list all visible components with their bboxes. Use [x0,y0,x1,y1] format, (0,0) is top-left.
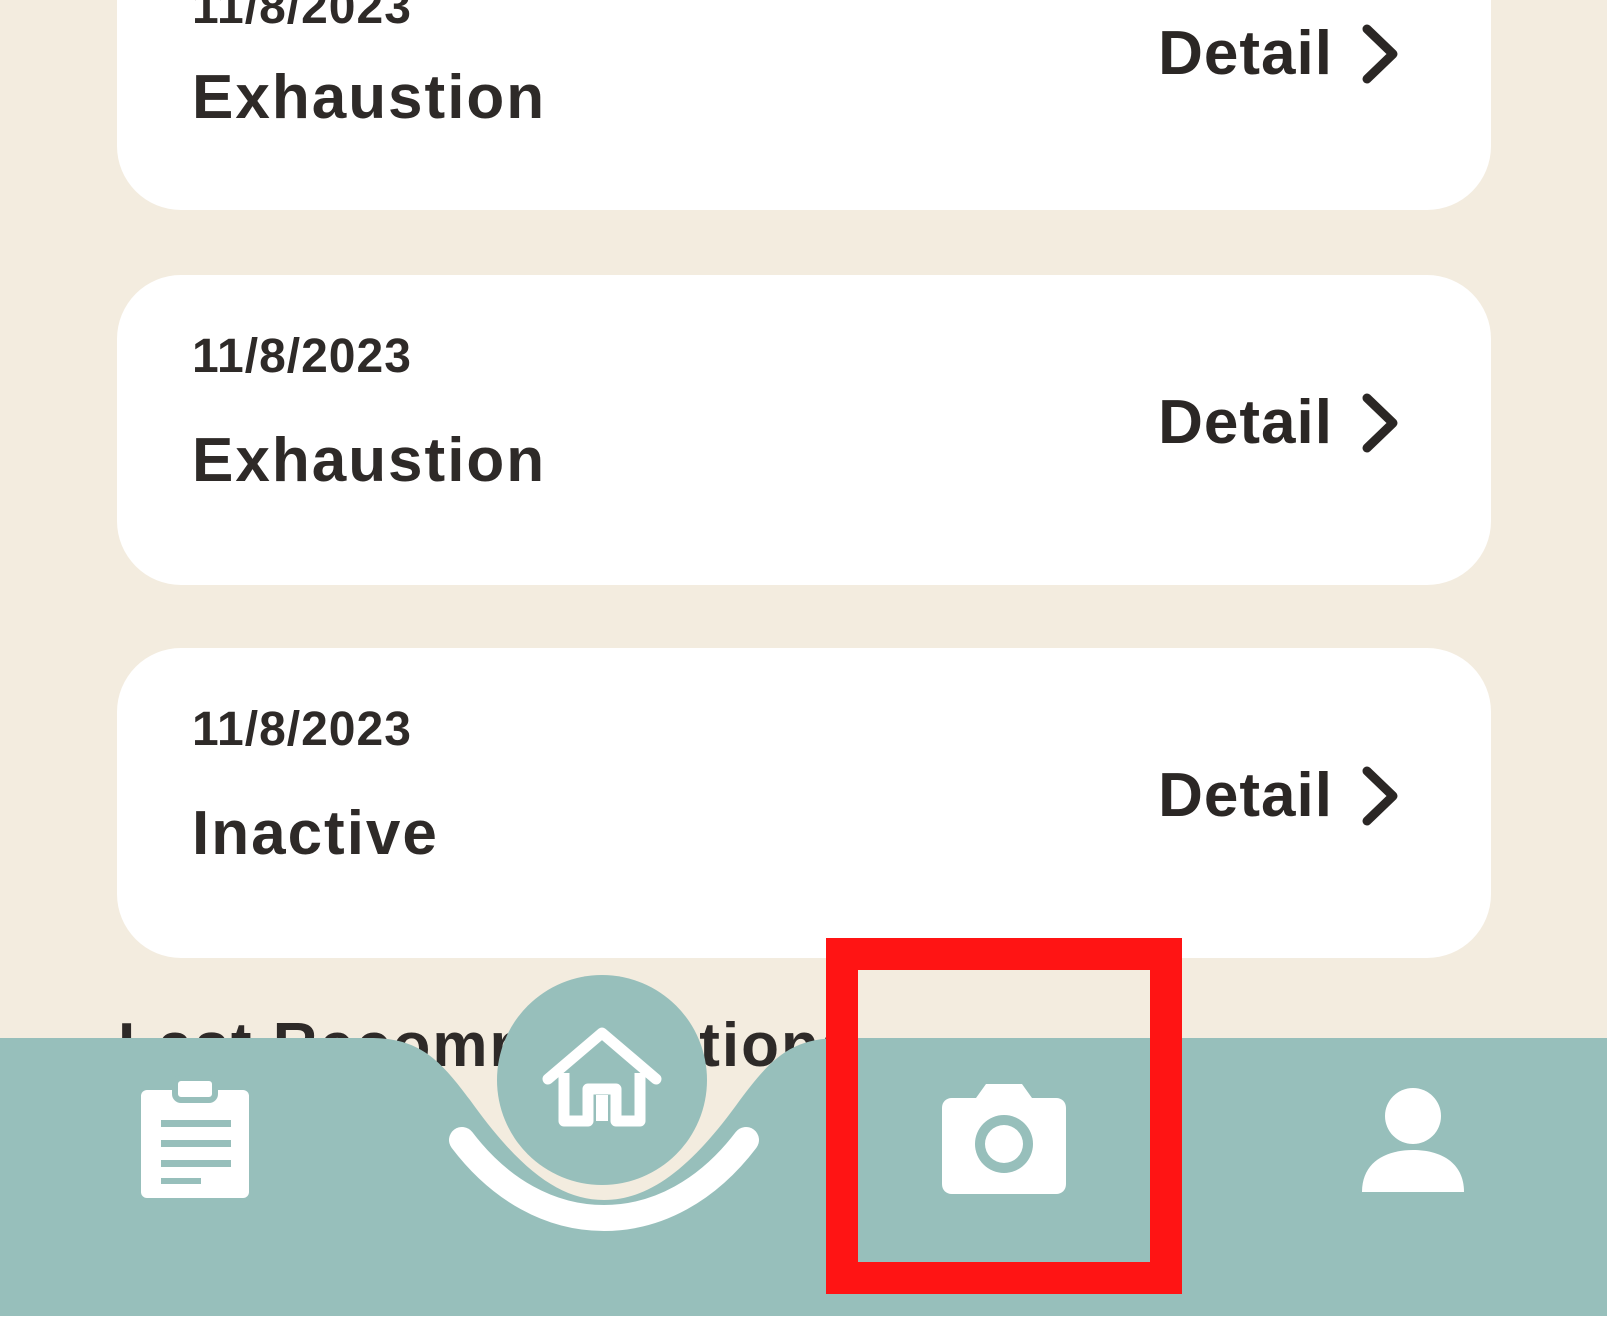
history-card: 11/8/2023 Exhaustion Detail [117,275,1491,585]
clipboard-icon [141,1075,249,1198]
history-card: 11/8/2023 Inactive Detail [117,648,1491,958]
detail-label: Detail [1158,761,1333,830]
record-date: 11/8/2023 [192,703,412,756]
bottom-nav [0,1000,1607,1316]
detail-label: Detail [1158,19,1333,88]
record-status: Exhaustion [192,63,547,132]
detail-button[interactable]: Detail [1158,387,1401,458]
nav-camera-button[interactable] [940,1078,1068,1196]
record-status: Exhaustion [192,426,547,495]
nav-history-button[interactable] [135,1072,255,1202]
home-icon [542,1027,662,1127]
detail-button[interactable]: Detail [1158,760,1401,831]
person-icon [1362,1088,1464,1192]
nav-profile-button[interactable] [1360,1086,1466,1196]
record-date: 11/8/2023 [192,0,412,34]
app-screen: 11/8/2023 Exhaustion Detail 11/8/2023 Ex… [0,0,1607,1316]
detail-label: Detail [1158,388,1333,457]
camera-icon [942,1084,1066,1194]
history-card: 11/8/2023 Exhaustion Detail [117,0,1491,210]
record-date: 11/8/2023 [192,330,412,383]
chevron-right-icon [1361,23,1401,85]
record-status: Inactive [192,799,439,868]
detail-button[interactable]: Detail [1158,18,1401,89]
chevron-right-icon [1361,765,1401,827]
chevron-right-icon [1361,392,1401,454]
nav-home-button[interactable] [497,975,707,1185]
